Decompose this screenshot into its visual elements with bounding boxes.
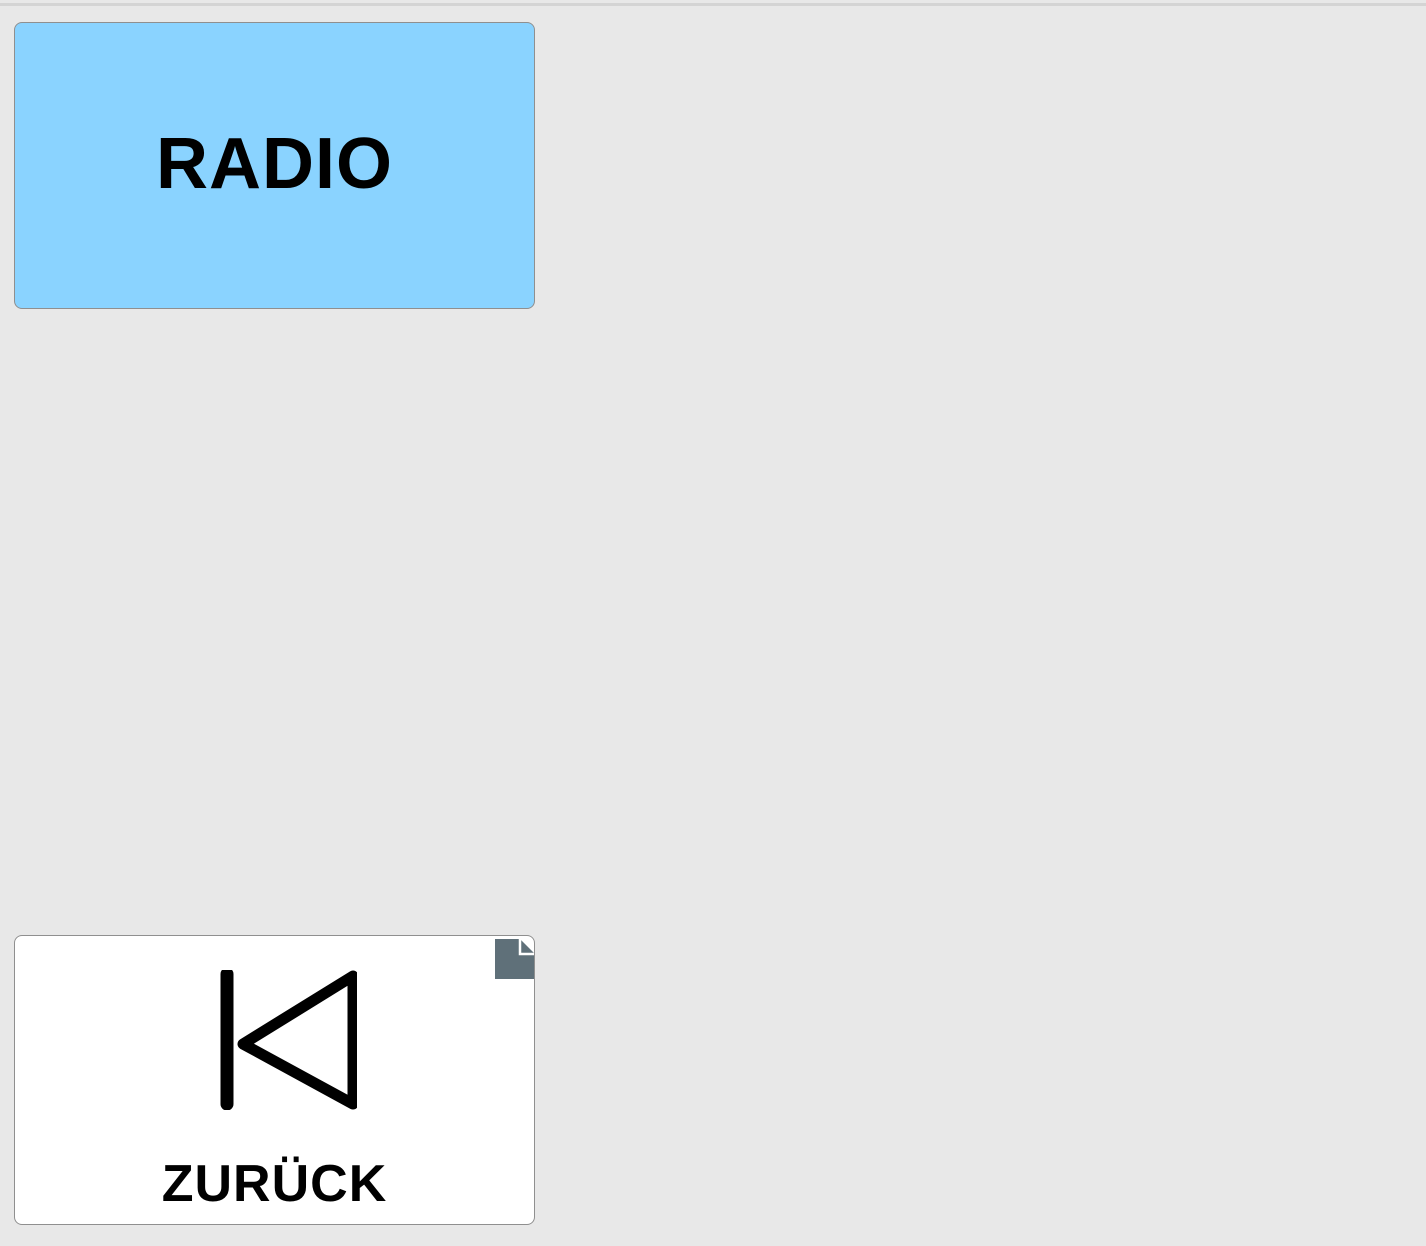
top-divider <box>0 3 1426 6</box>
radio-tile-label: RADIO <box>156 124 393 204</box>
radio-tile-button[interactable]: RADIO <box>14 22 535 309</box>
back-tile-label: ZURÜCK <box>161 1155 388 1213</box>
skip-back-icon <box>220 970 357 1110</box>
page-icon <box>495 939 534 979</box>
back-tile-button[interactable]: ZURÜCK <box>14 935 535 1225</box>
